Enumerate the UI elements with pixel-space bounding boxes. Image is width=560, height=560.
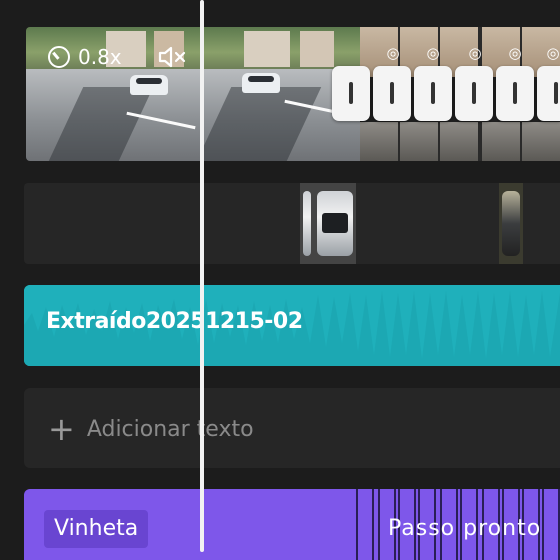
effect-passo-pronto: Passo pronto	[388, 516, 542, 541]
add-text-label: Adicionar texto	[86, 416, 254, 442]
transition-button[interactable]	[414, 66, 452, 121]
effect-segment[interactable]	[356, 489, 374, 560]
transition-icon	[513, 82, 517, 104]
overlay-track[interactable]	[24, 183, 560, 264]
transition-button[interactable]	[373, 66, 411, 121]
effect-segment[interactable]	[542, 489, 560, 560]
transition-button[interactable]	[332, 66, 370, 121]
audio-clip-name: Extraído20251215-02	[46, 309, 303, 334]
transition-icon	[390, 82, 394, 104]
speed-gauge-icon: ◎	[386, 44, 400, 62]
overlay-clip[interactable]	[300, 183, 314, 264]
speed-badge[interactable]: 0.8x	[48, 44, 122, 70]
transition-button[interactable]	[455, 66, 493, 121]
speed-gauge-icon: ◎	[546, 44, 560, 62]
overlay-clip[interactable]	[499, 183, 523, 264]
transition-button[interactable]	[537, 66, 560, 121]
transition-icon	[554, 82, 558, 104]
playhead[interactable]	[200, 0, 204, 552]
overlay-clip[interactable]	[314, 183, 356, 264]
speed-gauge-icon: ◎	[468, 44, 482, 62]
speaker-muted-icon[interactable]	[158, 45, 188, 69]
add-text-button[interactable]: + Adicionar texto	[48, 412, 254, 446]
speed-gauge-icon: ◎	[508, 44, 522, 62]
speed-gauge-icon: ◎	[426, 44, 440, 62]
speed-gauge-icon	[48, 46, 70, 68]
plus-icon: +	[48, 410, 75, 448]
transition-icon	[349, 82, 353, 104]
transition-icon	[431, 82, 435, 104]
transition-icon	[472, 82, 476, 104]
effect-vinheta[interactable]: Vinheta	[44, 510, 149, 548]
transition-button[interactable]	[496, 66, 534, 121]
speed-label: 0.8x	[78, 45, 122, 69]
